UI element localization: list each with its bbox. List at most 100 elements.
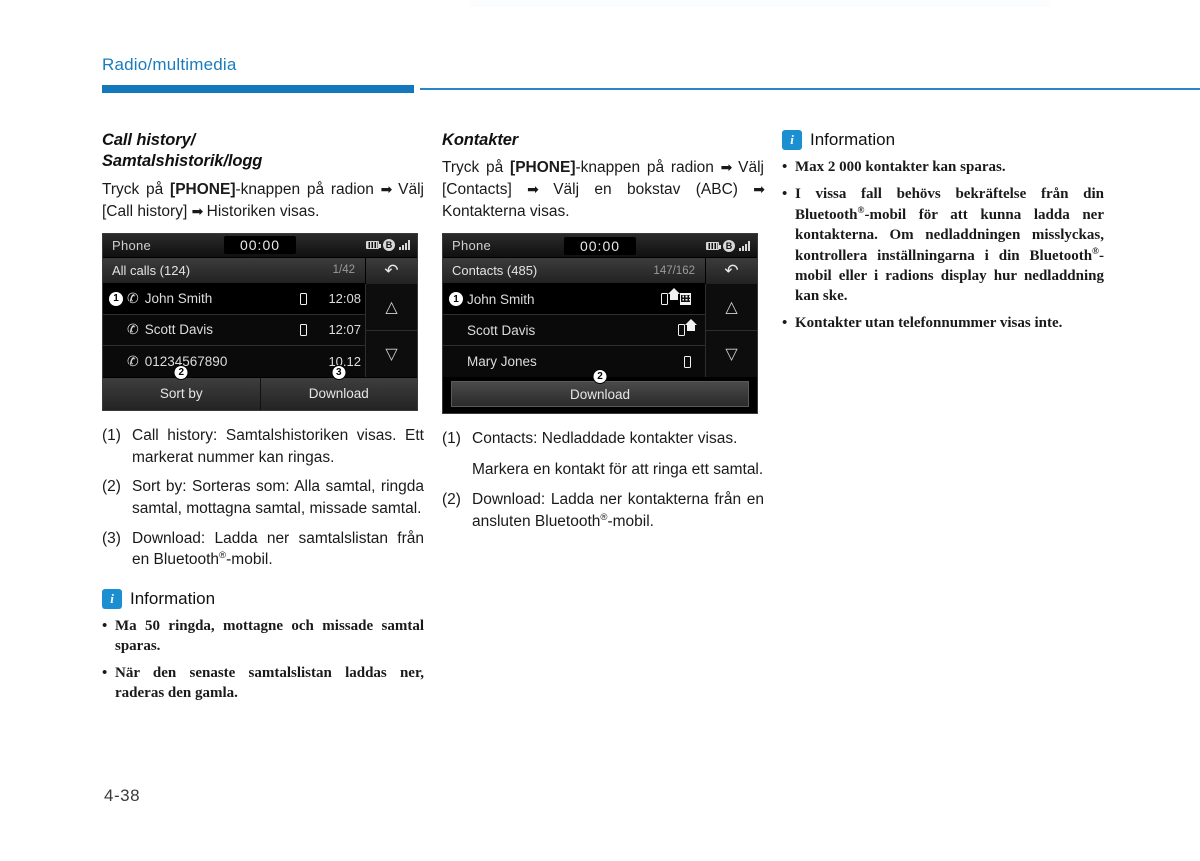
table-row[interactable]: Scott Davis (443, 315, 705, 347)
battery-icon (706, 241, 721, 250)
download-label: Download (569, 386, 631, 402)
list-item: • Max 2 000 kontakter kan sparas. (782, 158, 1104, 178)
sort-by-button[interactable]: 2 Sort by (103, 364, 261, 410)
call-missed-icon: ✆ (127, 352, 139, 369)
download-button[interactable]: 3 Download (260, 364, 417, 410)
table-row[interactable]: ✆ 01234567890 10.12 (103, 345, 365, 377)
callout-badge-2: 2 (173, 364, 189, 380)
intro-part-5: Kontakterna visas. (442, 203, 570, 221)
header-rule-thin (420, 88, 1200, 90)
phone-button-ref: [PHONE] (170, 180, 236, 198)
list-item: • Kontakter utan telefonnummer visas int… (782, 314, 1104, 334)
information-label: Information (130, 589, 216, 609)
info-icon: i (782, 130, 802, 150)
list-item: (1) Call history: Samtalshistoriken visa… (102, 425, 424, 468)
page-top-band (470, 0, 1050, 7)
chevron-down-icon[interactable]: ▽ (706, 331, 757, 378)
chevron-down-icon[interactable]: ▽ (366, 330, 417, 377)
call-time: 12:08 (328, 291, 361, 307)
device-title: Phone (452, 238, 492, 254)
contact-name: John Smith (144, 291, 213, 307)
mobile-icon (684, 355, 691, 368)
device-titlebar: Phone 00:00 B (103, 233, 417, 258)
sort-by-label: Sort by (159, 386, 203, 402)
contact-name: John Smith (467, 291, 535, 307)
list-marker: (3) (102, 529, 121, 547)
device-body: 1 John Smith Scott Davis Mary Jones △ ▽ (443, 284, 757, 378)
screenshot-call-history: Phone 00:00 B All calls (124) 1/42 ↶ 1 ✆… (102, 232, 418, 411)
list-text-main: Contacts: Nedladdade kontakter visas. (472, 430, 738, 448)
callout-badge-1: 1 (109, 291, 123, 306)
list-item: (2) Download: Ladda ner kontakterna från… (442, 489, 764, 533)
list-item: • Ma 50 ringda, mottagne och missade sam… (102, 617, 424, 657)
info-text: När den senaste samtalslistan laddas ner… (115, 665, 424, 701)
phone-button-ref: [PHONE] (510, 159, 576, 177)
contacts-explanations: (1) Contacts: Nedladdade kontakter visas… (442, 428, 764, 532)
intro-part-4: Välj en bokstav (ABC) (537, 181, 754, 199)
column-contacts: Kontakter Tryck på [PHONE]-knappen på ra… (442, 130, 765, 540)
list-marker: (1) (442, 430, 461, 448)
mobile-icon (678, 324, 685, 337)
number-type-icons (684, 355, 691, 368)
back-arrow-icon[interactable]: ↶ (365, 257, 417, 284)
information-label: Information (810, 130, 896, 149)
information-list: • Max 2 000 kontakter kan sparas. • I vi… (782, 158, 1104, 334)
device-page-indicator: 1/42 (332, 264, 355, 277)
list-item: • När den senaste samtalslistan laddas n… (102, 664, 424, 704)
list-item: (3) Download: Ladda ner samtalslistan fr… (102, 528, 424, 572)
device-subbar: All calls (124) 1/42 ↶ (103, 257, 417, 284)
contact-name: Scott Davis (467, 322, 536, 338)
info-text: Kontakter utan telefonnummer visas inte. (795, 314, 1063, 331)
contact-name: Mary Jones (467, 354, 537, 370)
table-row[interactable]: Mary Jones (443, 346, 705, 378)
intro-part-2: -knappen på radion (235, 180, 381, 198)
callout-badge-3: 3 (331, 364, 347, 380)
table-row[interactable]: 1 John Smith (443, 284, 705, 316)
bullet-icon: • (782, 159, 788, 175)
call-outgoing-icon: ✆ (127, 321, 139, 338)
intro-part-4: Historiken visas. (202, 202, 320, 220)
info-text: Max 2 000 kontakter kan sparas. (795, 159, 1006, 175)
list-item: • I vissa fall behövs bekräftelse från d… (782, 185, 1104, 307)
device-footer: 2 Download (443, 369, 757, 414)
screenshot-contacts: Phone 00:00 B Contacts (485) 147/162 ↶ 1… (442, 233, 758, 415)
number-type-icons (678, 319, 697, 337)
info-icon: i (102, 589, 122, 610)
page-header: Radio/multimedia (0, 55, 1200, 100)
table-row[interactable]: 1 ✆ John Smith 12:08 (103, 283, 365, 315)
contacts-list: 1 John Smith Scott Davis Mary Jones (443, 284, 705, 378)
battery-icon (366, 241, 381, 250)
device-list-title: Contacts (485) (452, 263, 538, 279)
list-marker: (1) (102, 426, 121, 444)
call-time: 12:07 (328, 322, 361, 338)
list-item: (1) Contacts: Nedladdade kontakter visas… (442, 428, 764, 480)
chevron-up-icon[interactable]: △ (706, 284, 757, 332)
intro-part-1: Tryck på (442, 159, 511, 177)
device-status-icons: B (706, 239, 750, 252)
mobile-icon (300, 323, 307, 336)
heading-line-1: Call history/ (102, 131, 196, 149)
device-title: Phone (112, 237, 152, 253)
heading-line-2: Samtalshistorik/logg (102, 152, 263, 171)
device-clock: 00:00 (223, 236, 297, 255)
chevron-up-icon[interactable]: △ (366, 283, 417, 331)
device-status-icons: B (366, 239, 410, 252)
bullet-icon: • (782, 185, 788, 202)
download-label: Download (308, 386, 369, 402)
arrow-icon: ➡ (753, 181, 765, 198)
arrow-icon: ➡ (191, 202, 204, 219)
bluetooth-icon: B (383, 239, 395, 252)
information-list: • Ma 50 ringda, mottagne och missade sam… (102, 617, 424, 704)
contact-number: 01234567890 (144, 353, 228, 369)
list-marker: (2) (442, 490, 461, 508)
list-scroll-controls[interactable]: △ ▽ (365, 283, 417, 377)
back-arrow-icon[interactable]: ↶ (705, 258, 757, 285)
call-history-intro: Tryck på [PHONE]-knappen på radion ➡ Väl… (102, 179, 424, 223)
page-number: 4-38 (104, 786, 141, 805)
table-row[interactable]: ✆ Scott Davis 12:07 (103, 314, 365, 346)
list-scroll-controls[interactable]: △ ▽ (705, 284, 757, 378)
information-header: i Information (102, 589, 424, 610)
download-button[interactable]: 2 Download (451, 369, 749, 408)
list-text-sub: Markera en kontakt för att ringa ett sam… (472, 461, 764, 479)
intro-part-2: -knappen på radion (575, 159, 721, 177)
